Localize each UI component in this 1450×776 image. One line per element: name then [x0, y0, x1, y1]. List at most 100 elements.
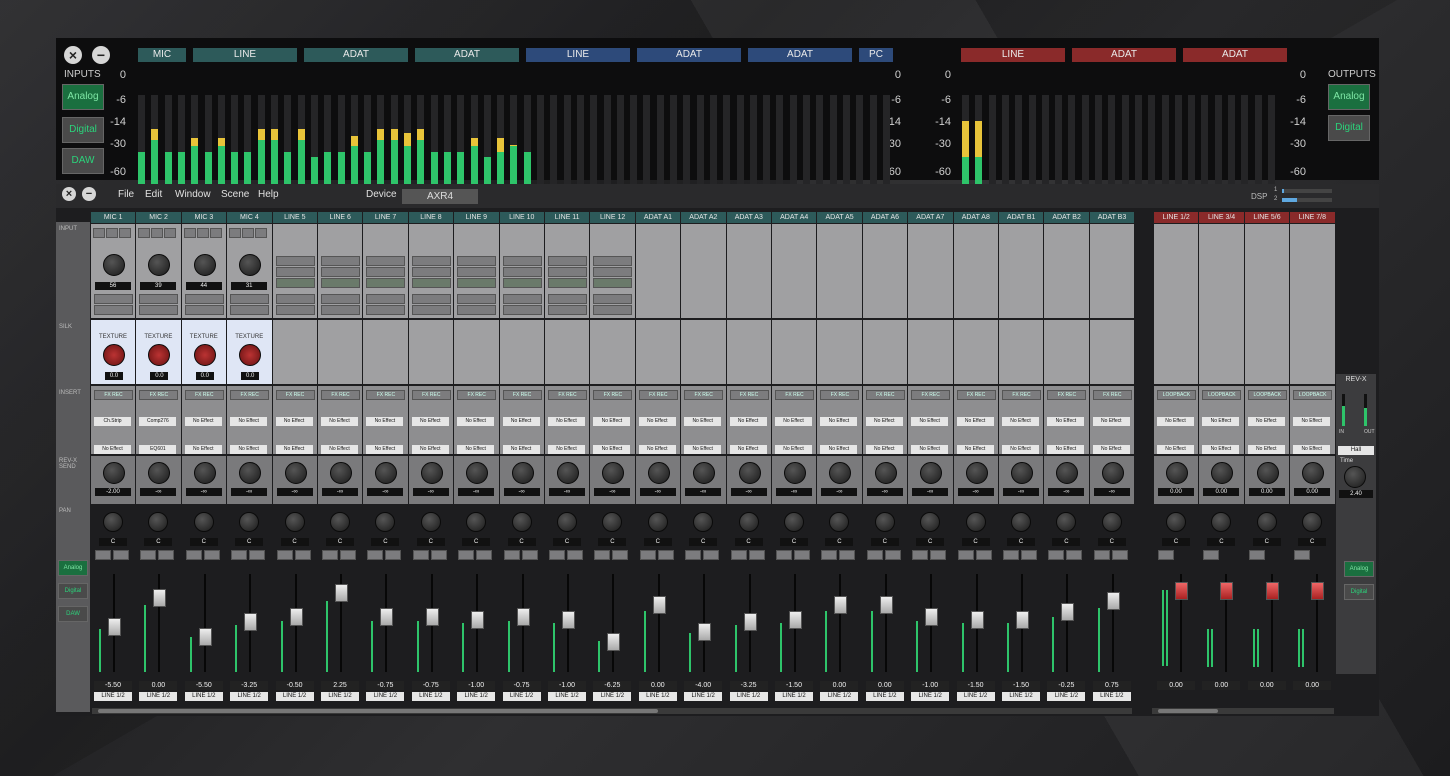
pan-value[interactable]: C: [371, 538, 400, 546]
gain-value[interactable]: 44: [185, 282, 222, 290]
level-switch[interactable]: [502, 256, 542, 266]
revx-send-knob[interactable]: [738, 462, 761, 484]
output-fader-value[interactable]: 0.00: [1202, 681, 1241, 690]
mixer-out-digital-button[interactable]: Digital: [1344, 584, 1374, 600]
output-revx-knob[interactable]: [1256, 462, 1279, 484]
output-route-select[interactable]: LINE 1/2: [956, 692, 995, 701]
channel-fader[interactable]: [153, 588, 167, 607]
fx-rec-button[interactable]: FX REC: [457, 390, 497, 400]
insert-effect-2[interactable]: No Effect: [775, 445, 812, 454]
pan-knob[interactable]: [511, 512, 532, 532]
pan-value[interactable]: C: [689, 538, 718, 546]
fader-value[interactable]: -3.25: [230, 681, 269, 690]
fader-value[interactable]: -5.50: [94, 681, 132, 690]
pan-knob[interactable]: [193, 512, 214, 532]
inputs-daw-button[interactable]: DAW: [62, 148, 104, 174]
revx-time-knob[interactable]: [1344, 466, 1366, 488]
pan-value[interactable]: C: [99, 538, 127, 546]
hpf-button[interactable]: [184, 294, 224, 304]
pan-knob[interactable]: [239, 512, 260, 532]
insert-effect-2[interactable]: No Effect: [184, 445, 222, 454]
revx-send-knob[interactable]: [511, 462, 534, 484]
hpf-button[interactable]: [275, 294, 315, 304]
output-pan-knob[interactable]: [1302, 512, 1323, 532]
input-switch[interactable]: [209, 228, 222, 238]
fader-value[interactable]: -6.25: [593, 681, 632, 690]
insert-effect-2[interactable]: No Effect: [911, 445, 949, 454]
channel-fader[interactable]: [834, 595, 848, 614]
mute-button[interactable]: [412, 550, 429, 560]
insert-effect-1[interactable]: No Effect: [1092, 417, 1130, 426]
mute-button[interactable]: [730, 550, 747, 560]
fx-rec-button[interactable]: FX REC: [1092, 390, 1132, 400]
output-route-select[interactable]: LINE 1/2: [684, 692, 723, 701]
minimize-icon[interactable]: −: [92, 46, 110, 64]
level-switch[interactable]: [548, 256, 587, 266]
pan-value[interactable]: C: [734, 538, 763, 546]
fx-rec-button[interactable]: FX REC: [638, 390, 678, 400]
output-mute-button[interactable]: [1294, 550, 1311, 560]
revx-send-knob[interactable]: [193, 462, 216, 484]
revx-send-value[interactable]: -∞: [957, 488, 994, 496]
solo-button[interactable]: [1066, 550, 1083, 560]
insert-effect-1[interactable]: No Effect: [638, 417, 676, 426]
level-switch[interactable]: [275, 256, 315, 266]
solo-button[interactable]: [249, 550, 266, 560]
pan-knob[interactable]: [103, 512, 123, 532]
revx-send-value[interactable]: -∞: [1048, 488, 1085, 496]
insert-effect-1[interactable]: No Effect: [956, 417, 994, 426]
revx-send-value[interactable]: -∞: [685, 488, 722, 496]
output-effect-1[interactable]: No Effect: [1157, 417, 1194, 426]
channel-fader[interactable]: [198, 627, 212, 646]
menu-edit[interactable]: Edit: [145, 189, 162, 200]
fader-value[interactable]: 0.00: [865, 681, 904, 690]
insert-effect-2[interactable]: No Effect: [457, 445, 495, 454]
pan-knob[interactable]: [148, 512, 169, 532]
gain-knob[interactable]: [103, 254, 125, 276]
pan-value[interactable]: C: [326, 538, 354, 546]
close-icon[interactable]: ×: [64, 46, 82, 64]
menu-scene[interactable]: Scene: [221, 189, 249, 200]
output-route-select[interactable]: LINE 1/2: [502, 692, 541, 701]
revx-send-knob[interactable]: [284, 462, 307, 484]
insert-effect-2[interactable]: No Effect: [94, 445, 131, 454]
close-icon[interactable]: ×: [62, 187, 76, 201]
solo-button[interactable]: [839, 550, 856, 560]
input-switch[interactable]: [196, 228, 209, 238]
input-switch[interactable]: [151, 228, 164, 238]
channel-fader[interactable]: [1061, 603, 1075, 622]
solo-button[interactable]: [1111, 550, 1128, 560]
fx-rec-button[interactable]: FX REC: [502, 390, 542, 400]
device-select[interactable]: AXR4: [402, 189, 478, 204]
pan-knob[interactable]: [829, 512, 850, 532]
inputs-digital-button[interactable]: Digital: [62, 117, 104, 143]
insert-effect-1[interactable]: No Effect: [820, 417, 858, 426]
mute-button[interactable]: [367, 550, 384, 560]
level-switch[interactable]: [502, 267, 542, 277]
revx-send-value[interactable]: -∞: [549, 488, 585, 496]
input-switch[interactable]: [106, 228, 118, 238]
pan-knob[interactable]: [920, 512, 941, 532]
solo-button[interactable]: [385, 550, 402, 560]
hpf-button[interactable]: [94, 294, 133, 304]
solo-button[interactable]: [430, 550, 447, 560]
pan-value[interactable]: C: [780, 538, 808, 546]
channel-fader[interactable]: [970, 611, 984, 630]
insert-effect-2[interactable]: No Effect: [366, 445, 404, 454]
insert-effect-1[interactable]: No Effect: [911, 417, 949, 426]
revx-send-knob[interactable]: [647, 462, 670, 484]
output-effect-1[interactable]: No Effect: [1293, 417, 1331, 426]
pan-knob[interactable]: [284, 512, 305, 532]
level-switch[interactable]: [593, 278, 633, 288]
fader-value[interactable]: 2.25: [321, 681, 359, 690]
channel-fader[interactable]: [516, 608, 530, 627]
level-switch[interactable]: [457, 256, 497, 266]
pan-knob[interactable]: [693, 512, 714, 532]
output-route-select[interactable]: LINE 1/2: [638, 692, 677, 701]
revx-time-value[interactable]: 2.40: [1339, 490, 1373, 498]
fx-rec-button[interactable]: FX REC: [94, 390, 133, 400]
fx-rec-button[interactable]: FX REC: [593, 390, 633, 400]
channel-fader[interactable]: [607, 632, 621, 651]
revx-send-value[interactable]: -∞: [776, 488, 812, 496]
level-switch[interactable]: [321, 256, 360, 266]
